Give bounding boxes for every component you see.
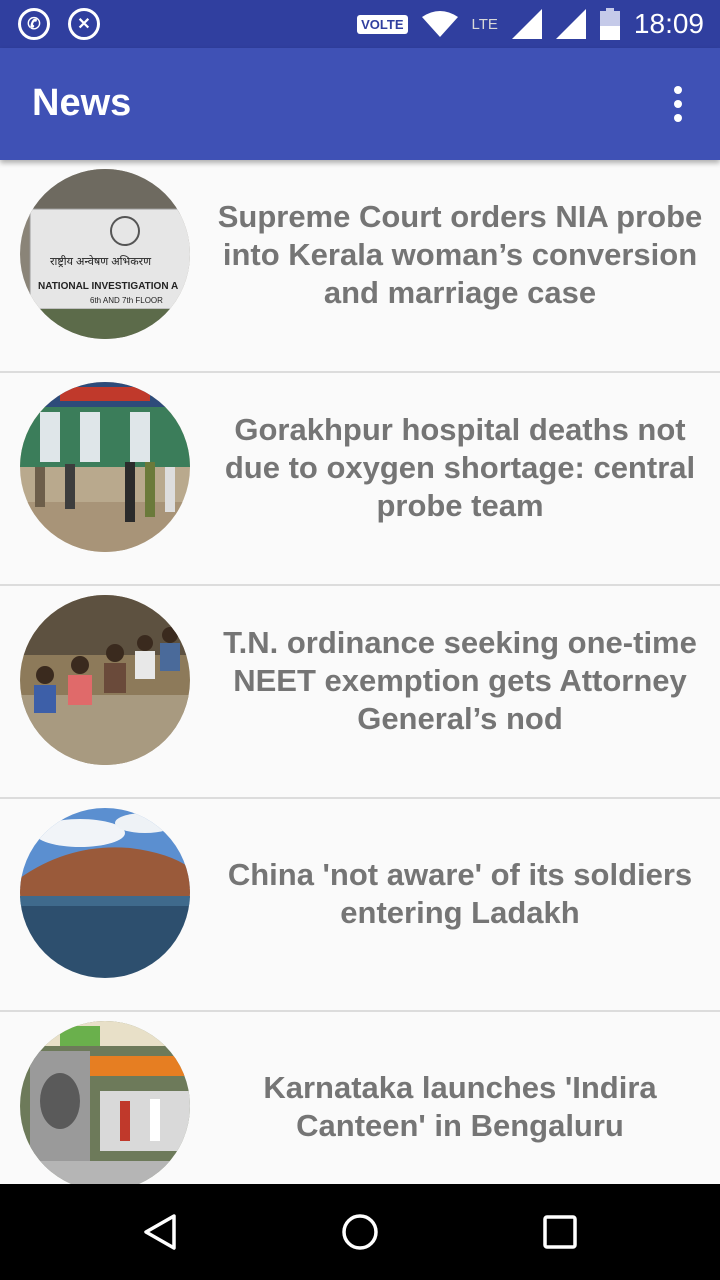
news-item[interactable]: Karnataka launches 'Indira Canteen' in B… [0, 1012, 720, 1184]
news-thumbnail [20, 595, 190, 765]
news-headline: Gorakhpur hospital deaths not due to oxy… [224, 411, 696, 523]
news-item[interactable]: T.N. ordinance seeking one-time NEET exe… [0, 586, 720, 799]
lte-icon: LTE [471, 15, 498, 33]
whatsapp-icon: ✆ [18, 8, 50, 40]
news-item[interactable]: China 'not aware' of its soldiers enteri… [0, 799, 720, 1012]
clock: 18:09 [633, 8, 704, 39]
news-thumbnail [20, 382, 190, 552]
home-icon[interactable] [340, 1212, 380, 1252]
svg-text:राष्ट्रीय अन्वेषण अभिकरण: राष्ट्रीय अन्वेषण अभिकरण [50, 255, 152, 268]
status-bar: ✆ ✕ VOLTE LTE 18:09 [0, 0, 720, 48]
wifi-icon [421, 11, 458, 37]
news-headline: Supreme Court orders NIA probe into Kera… [217, 198, 703, 310]
news-headline: T.N. ordinance seeking one-time NEET exe… [223, 624, 697, 736]
news-headline: China 'not aware' of its soldiers enteri… [227, 856, 693, 930]
svg-text:NATIONAL INVESTIGATION A: NATIONAL INVESTIGATION A [38, 281, 178, 292]
svg-text:6th AND 7th FLOOR: 6th AND 7th FLOOR [90, 296, 163, 305]
signal-icon [555, 9, 586, 39]
more-vert-icon[interactable] [666, 86, 690, 122]
recents-icon[interactable] [540, 1212, 580, 1252]
back-icon[interactable] [140, 1212, 180, 1252]
news-thumbnail [20, 808, 190, 978]
news-item[interactable]: राष्ट्रीय अन्वेषण अभिकरण NATIONAL INVEST… [0, 160, 720, 373]
battery-icon [599, 8, 620, 40]
volte-badge: VOLTE [357, 14, 408, 34]
news-thumbnail: राष्ट्रीय अन्वेषण अभिकरण NATIONAL INVEST… [20, 169, 190, 339]
news-headline: Karnataka launches 'Indira Canteen' in B… [263, 1069, 657, 1143]
app-bar: News [0, 48, 720, 160]
navigation-bar [0, 1184, 720, 1280]
app-icon: ✕ [68, 8, 100, 40]
app-title: News [32, 82, 132, 124]
signal-icon [511, 9, 542, 39]
news-item[interactable]: Gorakhpur hospital deaths not due to oxy… [0, 373, 720, 586]
news-thumbnail [20, 1021, 190, 1184]
news-list[interactable]: राष्ट्रीय अन्वेषण अभिकरण NATIONAL INVEST… [0, 160, 720, 1184]
